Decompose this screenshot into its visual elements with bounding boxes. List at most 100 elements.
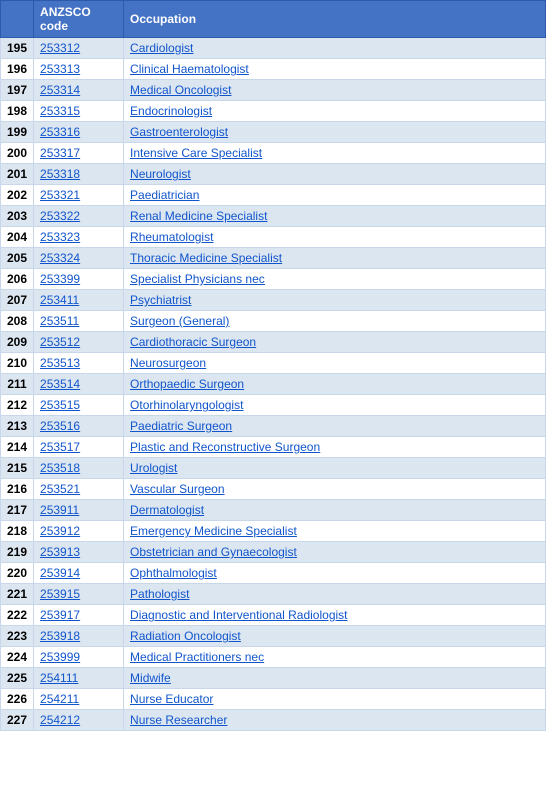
anzsco-code[interactable]: 253515 (34, 395, 124, 416)
occupation-name[interactable]: Diagnostic and Interventional Radiologis… (124, 605, 546, 626)
occupation-name[interactable]: Thoracic Medicine Specialist (124, 248, 546, 269)
occupation-name[interactable]: Neurosurgeon (124, 353, 546, 374)
occupation-name[interactable]: Intensive Care Specialist (124, 143, 546, 164)
table-row: 206253399Specialist Physicians nec (1, 269, 546, 290)
table-row: 195253312Cardiologist (1, 38, 546, 59)
anzsco-code[interactable]: 254111 (34, 668, 124, 689)
table-row: 224253999Medical Practitioners nec (1, 647, 546, 668)
anzsco-code[interactable]: 253513 (34, 353, 124, 374)
row-number: 208 (1, 311, 34, 332)
table-row: 197253314Medical Oncologist (1, 80, 546, 101)
anzsco-code[interactable]: 253914 (34, 563, 124, 584)
occupation-name[interactable]: Orthopaedic Surgeon (124, 374, 546, 395)
table-row: 212253515Otorhinolaryngologist (1, 395, 546, 416)
occupation-name[interactable]: Dermatologist (124, 500, 546, 521)
occupation-table: ANZSCO code Occupation 195253312Cardiolo… (0, 0, 546, 731)
table-row: 216253521Vascular Surgeon (1, 479, 546, 500)
occupation-name[interactable]: Obstetrician and Gynaecologist (124, 542, 546, 563)
occupation-name[interactable]: Specialist Physicians nec (124, 269, 546, 290)
anzsco-code[interactable]: 253313 (34, 59, 124, 80)
occupation-name[interactable]: Endocrinologist (124, 101, 546, 122)
table-row: 208253511Surgeon (General) (1, 311, 546, 332)
header-num (1, 1, 34, 38)
row-number: 202 (1, 185, 34, 206)
row-number: 207 (1, 290, 34, 311)
table-row: 201253318Neurologist (1, 164, 546, 185)
anzsco-code[interactable]: 253323 (34, 227, 124, 248)
anzsco-code[interactable]: 253918 (34, 626, 124, 647)
occupation-name[interactable]: Renal Medicine Specialist (124, 206, 546, 227)
occupation-name[interactable]: Otorhinolaryngologist (124, 395, 546, 416)
anzsco-code[interactable]: 253411 (34, 290, 124, 311)
row-number: 223 (1, 626, 34, 647)
occupation-name[interactable]: Neurologist (124, 164, 546, 185)
anzsco-code[interactable]: 253324 (34, 248, 124, 269)
anzsco-code[interactable]: 253318 (34, 164, 124, 185)
occupation-name[interactable]: Medical Practitioners nec (124, 647, 546, 668)
anzsco-code[interactable]: 253321 (34, 185, 124, 206)
occupation-name[interactable]: Urologist (124, 458, 546, 479)
anzsco-code[interactable]: 253516 (34, 416, 124, 437)
anzsco-code[interactable]: 253315 (34, 101, 124, 122)
anzsco-code[interactable]: 253521 (34, 479, 124, 500)
anzsco-code[interactable]: 253399 (34, 269, 124, 290)
anzsco-code[interactable]: 253913 (34, 542, 124, 563)
occupation-name[interactable]: Medical Oncologist (124, 80, 546, 101)
occupation-name[interactable]: Nurse Educator (124, 689, 546, 710)
occupation-name[interactable]: Radiation Oncologist (124, 626, 546, 647)
table-row: 205253324Thoracic Medicine Specialist (1, 248, 546, 269)
occupation-name[interactable]: Clinical Haematologist (124, 59, 546, 80)
anzsco-code[interactable]: 254212 (34, 710, 124, 731)
occupation-name[interactable]: Rheumatologist (124, 227, 546, 248)
anzsco-code[interactable]: 253999 (34, 647, 124, 668)
anzsco-code[interactable]: 253514 (34, 374, 124, 395)
row-number: 200 (1, 143, 34, 164)
row-number: 196 (1, 59, 34, 80)
anzsco-code[interactable]: 253518 (34, 458, 124, 479)
occupation-name[interactable]: Cardiologist (124, 38, 546, 59)
table-row: 219253913Obstetrician and Gynaecologist (1, 542, 546, 563)
occupation-name[interactable]: Psychiatrist (124, 290, 546, 311)
row-number: 213 (1, 416, 34, 437)
occupation-name[interactable]: Paediatric Surgeon (124, 416, 546, 437)
anzsco-code[interactable]: 253517 (34, 437, 124, 458)
occupation-name[interactable]: Gastroenterologist (124, 122, 546, 143)
anzsco-code[interactable]: 253312 (34, 38, 124, 59)
table-row: 210253513Neurosurgeon (1, 353, 546, 374)
row-number: 218 (1, 521, 34, 542)
anzsco-code[interactable]: 253915 (34, 584, 124, 605)
anzsco-code[interactable]: 253316 (34, 122, 124, 143)
table-row: 209253512Cardiothoracic Surgeon (1, 332, 546, 353)
anzsco-code[interactable]: 253917 (34, 605, 124, 626)
row-number: 215 (1, 458, 34, 479)
row-number: 222 (1, 605, 34, 626)
row-number: 198 (1, 101, 34, 122)
occupation-name[interactable]: Cardiothoracic Surgeon (124, 332, 546, 353)
row-number: 204 (1, 227, 34, 248)
table-row: 198253315Endocrinologist (1, 101, 546, 122)
anzsco-code[interactable]: 253317 (34, 143, 124, 164)
occupation-name[interactable]: Midwife (124, 668, 546, 689)
row-number: 225 (1, 668, 34, 689)
occupation-name[interactable]: Plastic and Reconstructive Surgeon (124, 437, 546, 458)
occupation-name[interactable]: Pathologist (124, 584, 546, 605)
occupation-name[interactable]: Paediatrician (124, 185, 546, 206)
anzsco-code[interactable]: 253911 (34, 500, 124, 521)
anzsco-code[interactable]: 254211 (34, 689, 124, 710)
occupation-name[interactable]: Nurse Researcher (124, 710, 546, 731)
occupation-name[interactable]: Vascular Surgeon (124, 479, 546, 500)
anzsco-code[interactable]: 253912 (34, 521, 124, 542)
anzsco-code[interactable]: 253511 (34, 311, 124, 332)
occupation-name[interactable]: Surgeon (General) (124, 311, 546, 332)
table-row: 199253316Gastroenterologist (1, 122, 546, 143)
row-number: 227 (1, 710, 34, 731)
table-row: 226254211Nurse Educator (1, 689, 546, 710)
anzsco-code[interactable]: 253512 (34, 332, 124, 353)
occupation-name[interactable]: Ophthalmologist (124, 563, 546, 584)
row-number: 226 (1, 689, 34, 710)
table-row: 213253516Paediatric Surgeon (1, 416, 546, 437)
occupation-name[interactable]: Emergency Medicine Specialist (124, 521, 546, 542)
anzsco-code[interactable]: 253322 (34, 206, 124, 227)
anzsco-code[interactable]: 253314 (34, 80, 124, 101)
table-row: 225254111Midwife (1, 668, 546, 689)
